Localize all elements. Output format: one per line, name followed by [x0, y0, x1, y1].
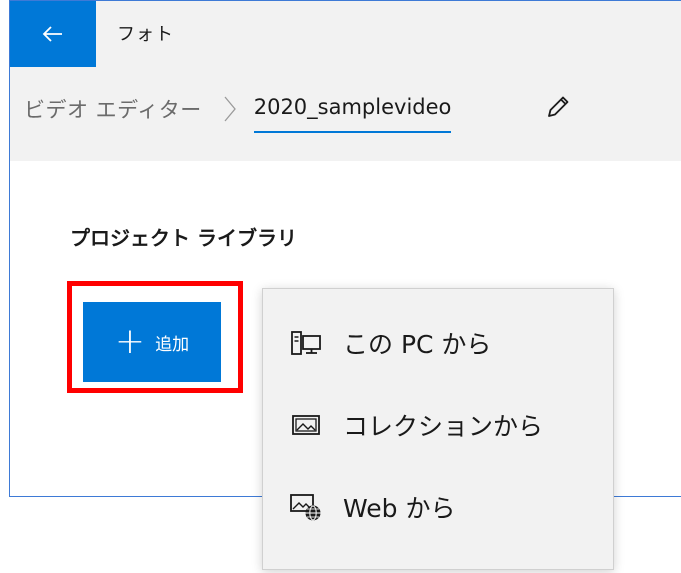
add-button-label: 追加	[155, 334, 190, 355]
breadcrumb: ビデオ エディター 2020_samplevideo	[24, 91, 451, 133]
pencil-icon	[548, 96, 569, 117]
project-name[interactable]: 2020_samplevideo	[253, 95, 451, 133]
app-title: フォト	[117, 24, 174, 45]
rename-button[interactable]	[538, 87, 578, 127]
add-menu-flyout: この PC から コレクションから Web から	[262, 288, 614, 570]
web-icon	[289, 490, 323, 524]
editor-header: ビデオ エディター 2020_samplevideo	[10, 67, 681, 161]
add-button[interactable]: + 追加	[83, 302, 221, 382]
plus-icon: +	[114, 321, 146, 362]
pc-icon	[289, 326, 323, 360]
back-button[interactable]	[10, 1, 96, 67]
menu-item-label: コレクションから	[343, 412, 544, 441]
menu-item-from-web[interactable]: Web から	[263, 467, 613, 547]
chevron-right-icon	[224, 96, 236, 122]
collection-icon	[289, 408, 323, 442]
menu-item-label: Web から	[343, 494, 456, 523]
back-arrow-icon	[42, 26, 62, 42]
menu-item-from-pc[interactable]: この PC から	[263, 303, 613, 383]
title-bar: フォト	[10, 1, 681, 67]
breadcrumb-video-editor[interactable]: ビデオ エディター	[24, 94, 202, 124]
project-library-title: プロジェクト ライブラリ	[70, 226, 297, 250]
menu-item-label: この PC から	[343, 330, 492, 359]
stage: フォト ビデオ エディター 2020_samplevideo プロジェクト ライ…	[0, 0, 681, 573]
menu-item-from-collection[interactable]: コレクションから	[263, 385, 613, 465]
